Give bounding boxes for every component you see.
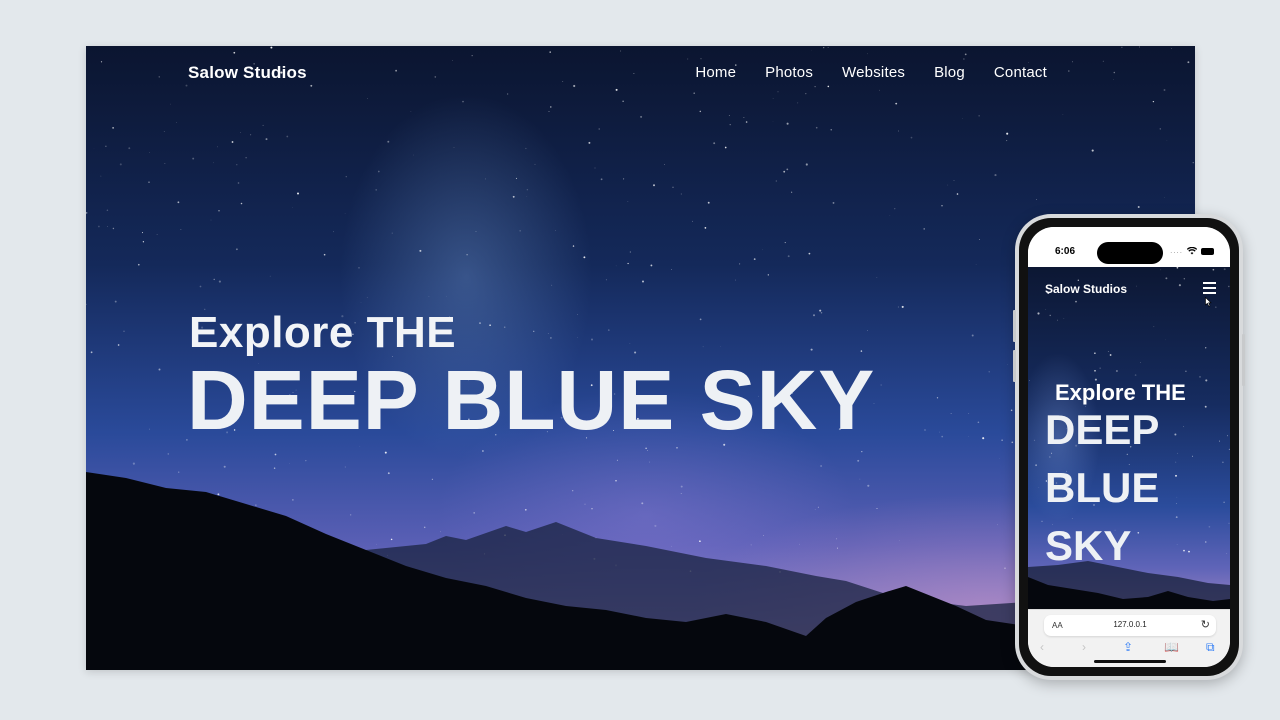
mouse-cursor-icon [1205,297,1212,307]
status-time: 6:06 [1055,246,1076,257]
mobile-brand-logo[interactable]: Salow Studios [1045,282,1127,296]
nav-link-photos[interactable]: Photos [765,64,813,81]
site-brand-logo[interactable]: Salow Studios [188,63,307,83]
safari-toolbar: ‹ › ⇪ 📖 ⧉ [1028,640,1230,658]
phone-volume-button [1013,350,1016,382]
safari-bottom-bar: AA 127.0.0.1 ↻ ‹ › ⇪ 📖 ⧉ [1028,609,1230,667]
mobile-website-view: Salow Studios Explore THE DEEP BLUE SKY [1028,267,1230,609]
nav-link-contact[interactable]: Contact [994,64,1047,81]
phone-screen: 6:06 .... Salow Studios Explore THE DEEP… [1028,227,1230,667]
forward-chevron-icon[interactable]: › [1082,640,1086,654]
back-chevron-icon[interactable]: ‹ [1040,640,1044,654]
phone-mockup: 6:06 .... Salow Studios Explore THE DEEP… [1013,214,1245,680]
url-text: 127.0.0.1 [1113,620,1147,629]
desktop-nav-links: Home Photos Websites Blog Contact [695,64,1047,81]
hamburger-menu-icon[interactable] [1203,282,1216,294]
signal-dots-icon: .... [1170,246,1183,255]
battery-icon [1201,247,1214,255]
wifi-icon [1187,247,1197,255]
nav-link-blog[interactable]: Blog [934,64,965,81]
address-bar[interactable]: AA 127.0.0.1 ↻ [1044,615,1216,636]
mobile-hero-title: DEEP BLUE SKY [1045,406,1160,569]
reload-icon[interactable]: ↻ [1201,618,1210,631]
bookmarks-icon[interactable]: 📖 [1164,640,1179,654]
nav-link-home[interactable]: Home [695,64,736,81]
dynamic-island [1097,242,1163,264]
hero-title: DEEP BLUE SKY [187,353,876,447]
hero-subtitle: Explore THE [189,308,457,357]
phone-volume-button [1013,310,1016,342]
home-indicator [1094,660,1166,663]
tabs-icon[interactable]: ⧉ [1206,640,1215,655]
desktop-navbar: Salow Studios Home Photos Websites Blog … [86,46,1195,102]
phone-power-button [1242,334,1245,386]
phone-status-bar: 6:06 .... [1028,227,1230,267]
share-icon[interactable]: ⇪ [1123,640,1133,654]
status-icons: .... [1170,246,1214,256]
nav-link-websites[interactable]: Websites [842,64,905,81]
